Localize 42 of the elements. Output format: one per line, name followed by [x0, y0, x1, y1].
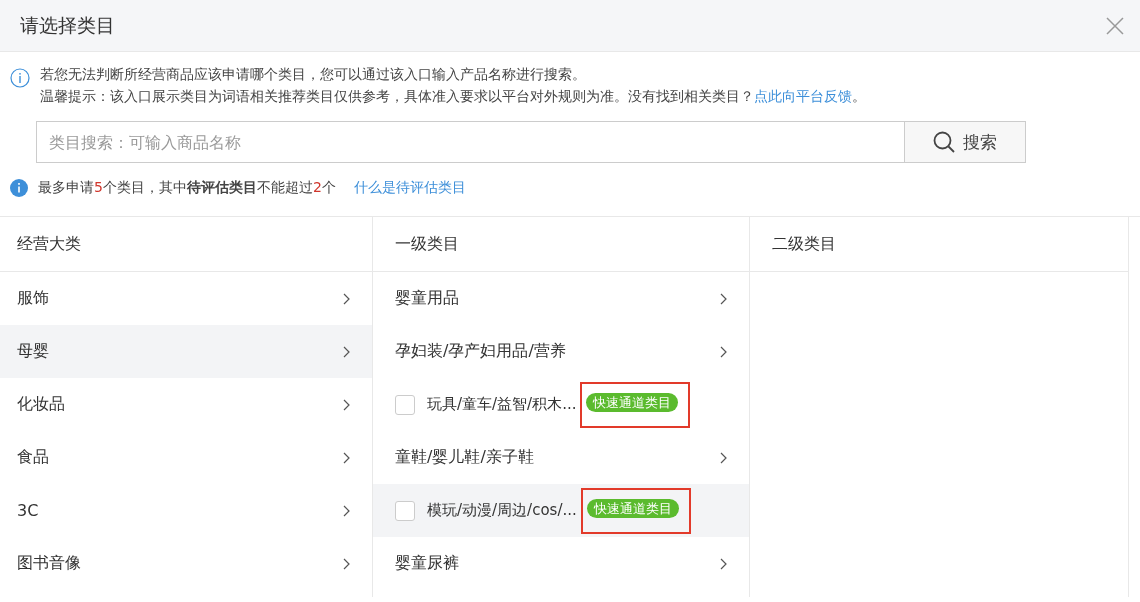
- column-header: 二级类目: [750, 217, 1128, 272]
- category-list-item[interactable]: 图书音像: [0, 537, 372, 590]
- feedback-link[interactable]: 点此向平台反馈: [754, 88, 852, 106]
- close-icon[interactable]: [1106, 16, 1124, 35]
- limit-note-text: 最多申请5个类目，其中待评估类目不能超过2个: [38, 179, 336, 197]
- punctuation-text: 。: [852, 88, 866, 106]
- chevron-right-icon: [720, 451, 727, 464]
- dialog-title: 请选择类目: [20, 12, 115, 38]
- chevron-right-icon: [343, 398, 350, 411]
- category-label[interactable]: 模玩/动漫/周边/cos/...: [427, 501, 577, 520]
- help-link[interactable]: 什么是待评估类目: [353, 179, 466, 197]
- chevron-right-icon: [720, 345, 727, 358]
- fast-track-badge: 快速通道类目: [586, 392, 679, 412]
- chevron-right-icon: [343, 504, 350, 517]
- category-list-item[interactable]: 孕妇装/孕产妇用品/营养: [373, 325, 749, 378]
- category-list-item[interactable]: 母婴: [0, 325, 372, 378]
- fast-track-badge: 快速通道类目: [586, 498, 679, 518]
- search-icon: [933, 131, 955, 153]
- chevron-right-icon: [343, 345, 350, 358]
- category-list-item[interactable]: 婴童用品: [373, 272, 749, 325]
- search-button[interactable]: 搜索: [904, 121, 1026, 163]
- info-text: 若您无法判断所经营商品应该申请哪个类目，您可以通过该入口输入产品名称进行搜索。: [40, 66, 587, 84]
- column-header: 一级类目: [373, 217, 749, 272]
- checkbox[interactable]: [395, 394, 415, 415]
- category-list-item[interactable]: 化妆品: [0, 378, 372, 431]
- info-icon: [10, 68, 30, 88]
- info-tip-text: 温馨提示：该入口展示类目为词语相关推荐类目仅供参考，具体准入要求以平台对外规则为准。没有找到相关类目？: [40, 88, 754, 106]
- chevron-right-icon: [720, 557, 727, 570]
- category-label[interactable]: 玩具/童车/益智/积木...: [427, 395, 577, 414]
- chevron-right-icon: [720, 292, 727, 305]
- category-list-item[interactable]: 童鞋/婴儿鞋/亲子鞋: [373, 431, 749, 484]
- category-search-field[interactable]: 类目搜索：可输入商品名称: [36, 121, 904, 163]
- checkbox[interactable]: [395, 500, 415, 521]
- chevron-right-icon: [343, 292, 350, 305]
- category-list-item[interactable]: 食品: [0, 431, 372, 484]
- category-list-item[interactable]: 3C: [0, 484, 372, 537]
- category-list-item[interactable]: 服饰: [0, 272, 372, 325]
- category-list-item[interactable]: 婴童尿裤: [373, 537, 749, 590]
- chevron-right-icon: [343, 451, 350, 464]
- column-header: 经营大类: [0, 217, 372, 272]
- chevron-right-icon: [343, 557, 350, 570]
- info-icon: [10, 179, 28, 197]
